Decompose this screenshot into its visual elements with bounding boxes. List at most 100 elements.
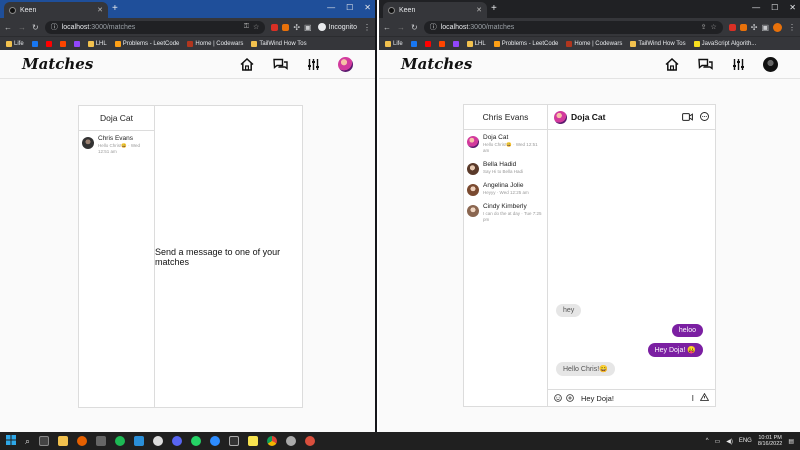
filters-icon[interactable] <box>305 56 321 72</box>
bookmark-item[interactable]: TailWind How Tos <box>630 40 686 47</box>
send-icon[interactable] <box>699 392 710 403</box>
vscode-icon[interactable] <box>134 436 145 446</box>
profile-avatar[interactable] <box>763 56 778 72</box>
bookmark-item[interactable] <box>73 40 80 47</box>
profile-icon[interactable] <box>773 22 782 32</box>
app-logo[interactable]: Matches <box>401 55 472 73</box>
chat-icon[interactable] <box>697 56 713 72</box>
browser-tab[interactable]: Keen ✕ <box>383 2 487 18</box>
notifications-icon[interactable]: ▤ <box>788 438 794 445</box>
puzzle-icon[interactable]: ✣ <box>751 23 758 32</box>
menu-dots-icon[interactable]: ⋮ <box>363 23 371 32</box>
match-item[interactable]: Bella Hadid Say Hi to Bella Hadi <box>464 157 547 178</box>
match-item[interactable]: Chris Evans Hello Chris!😄 · Wed 12:51 am <box>79 131 154 158</box>
firefox-icon[interactable] <box>77 436 88 446</box>
terminal-icon[interactable] <box>229 436 240 446</box>
bookmark-item[interactable]: LHL <box>466 40 486 47</box>
bookmark-item[interactable] <box>452 40 459 47</box>
clock[interactable]: 10:01 PM 8/16/2022 <box>758 435 782 448</box>
browser-tab[interactable]: Keen ✕ <box>4 2 108 18</box>
minimize-icon[interactable]: — <box>752 3 760 12</box>
bookmark-item[interactable]: Home | Codewars <box>566 40 622 47</box>
network-icon[interactable]: ▭ <box>715 438 721 445</box>
search-icon[interactable]: ⌕ <box>25 436 30 447</box>
extension-orange-icon[interactable] <box>739 23 747 31</box>
reload-icon[interactable]: ↻ <box>411 23 418 32</box>
close-window-icon[interactable]: ✕ <box>789 3 796 12</box>
spotify-icon[interactable] <box>115 436 126 446</box>
home-icon[interactable] <box>664 56 680 72</box>
file-explorer-icon[interactable] <box>58 436 69 446</box>
extension-red-icon[interactable] <box>728 23 736 31</box>
star-icon[interactable]: ☆ <box>710 23 716 31</box>
url-field[interactable]: ⓘ localhost:3000/matches ⇪ ☆ <box>423 20 723 34</box>
bookmark-item[interactable] <box>59 40 66 47</box>
bookmark-item[interactable] <box>410 40 417 47</box>
filters-icon[interactable] <box>730 56 746 72</box>
back-icon[interactable]: ← <box>383 23 391 32</box>
message-input[interactable]: Hey Doja! <box>581 394 614 403</box>
bookmark-item[interactable]: JavaScript Algorith... <box>693 40 756 47</box>
incognito-indicator[interactable]: Incognito <box>317 23 357 31</box>
star-icon[interactable]: ☆ <box>253 23 259 31</box>
key-icon[interactable]: ⚿ <box>244 23 249 31</box>
chrome-icon[interactable] <box>267 436 278 446</box>
new-tab-icon[interactable]: + <box>491 3 497 14</box>
language-indicator[interactable]: ENG <box>739 438 752 444</box>
match-item[interactable]: Cindy Kimberly I can do the at day · Tue… <box>464 199 547 226</box>
app-logo[interactable]: Matches <box>22 55 93 73</box>
app-icon[interactable] <box>286 436 297 446</box>
windows-start-icon[interactable] <box>6 432 16 450</box>
volume-icon[interactable]: ◀) <box>726 438 733 445</box>
close-window-icon[interactable]: ✕ <box>364 3 371 12</box>
video-call-icon[interactable] <box>682 108 693 126</box>
chevron-up-icon[interactable]: ^ <box>706 438 709 444</box>
sidepanel-icon[interactable]: ▣ <box>761 23 769 32</box>
minimize-icon[interactable]: — <box>327 3 335 12</box>
sidepanel-icon[interactable]: ▣ <box>304 23 312 32</box>
bookmark-item[interactable]: LHL <box>87 40 107 47</box>
chrome-canary-icon[interactable] <box>305 436 316 446</box>
discord-icon[interactable] <box>172 436 183 446</box>
puzzle-icon[interactable]: ✣ <box>293 23 300 32</box>
extension-orange-icon[interactable] <box>282 23 290 31</box>
task-view-icon[interactable] <box>39 436 50 446</box>
forward-icon[interactable]: → <box>18 23 26 32</box>
back-icon[interactable]: ← <box>4 23 12 32</box>
share-icon[interactable]: ⇪ <box>701 23 707 31</box>
bookmark-item[interactable] <box>45 40 52 47</box>
bookmark-item[interactable]: Home | Codewars <box>187 40 243 47</box>
close-tab-icon[interactable]: ✕ <box>476 6 482 14</box>
reload-icon[interactable]: ↻ <box>32 23 39 32</box>
add-attachment-icon[interactable] <box>566 389 574 407</box>
bookmark-item[interactable]: Life <box>6 40 24 47</box>
bookmark-item[interactable]: Problems - LeetCode <box>493 40 558 47</box>
new-tab-icon[interactable]: + <box>112 3 118 14</box>
url-field[interactable]: ⓘ localhost:3000/matches ⚿ ☆ <box>44 20 266 34</box>
bookmark-item[interactable] <box>438 40 445 47</box>
zoom-icon[interactable] <box>210 436 221 446</box>
more-options-icon[interactable] <box>700 108 709 126</box>
match-item[interactable]: Doja Cat Hello Chris!😄 · Wed 12:51 am <box>464 130 547 157</box>
bookmark-item[interactable] <box>31 40 38 47</box>
extension-red-icon[interactable] <box>271 23 279 31</box>
bookmark-item[interactable] <box>424 40 431 47</box>
message-composer[interactable]: Hey Doja! Ⅰ <box>548 389 715 406</box>
emoji-icon[interactable] <box>554 389 562 407</box>
bookmark-item[interactable]: Problems - LeetCode <box>114 40 179 47</box>
bookmark-item[interactable]: TailWind How Tos <box>251 40 307 47</box>
sticky-notes-icon[interactable] <box>248 436 259 446</box>
whatsapp-icon[interactable] <box>191 436 202 446</box>
menu-dots-icon[interactable]: ⋮ <box>788 23 796 32</box>
close-tab-icon[interactable]: ✕ <box>97 6 103 14</box>
maximize-icon[interactable]: ☐ <box>771 3 778 12</box>
settings-icon[interactable] <box>96 436 107 446</box>
chat-icon[interactable] <box>272 56 288 72</box>
forward-icon[interactable]: → <box>397 23 405 32</box>
github-icon[interactable] <box>153 436 164 446</box>
profile-avatar[interactable] <box>338 56 353 72</box>
match-item[interactable]: Angelina Jolie Heyyy · Wed 12:25 am <box>464 178 547 199</box>
maximize-icon[interactable]: ☐ <box>346 3 353 12</box>
bookmark-item[interactable]: Life <box>385 40 403 47</box>
home-icon[interactable] <box>239 56 255 72</box>
